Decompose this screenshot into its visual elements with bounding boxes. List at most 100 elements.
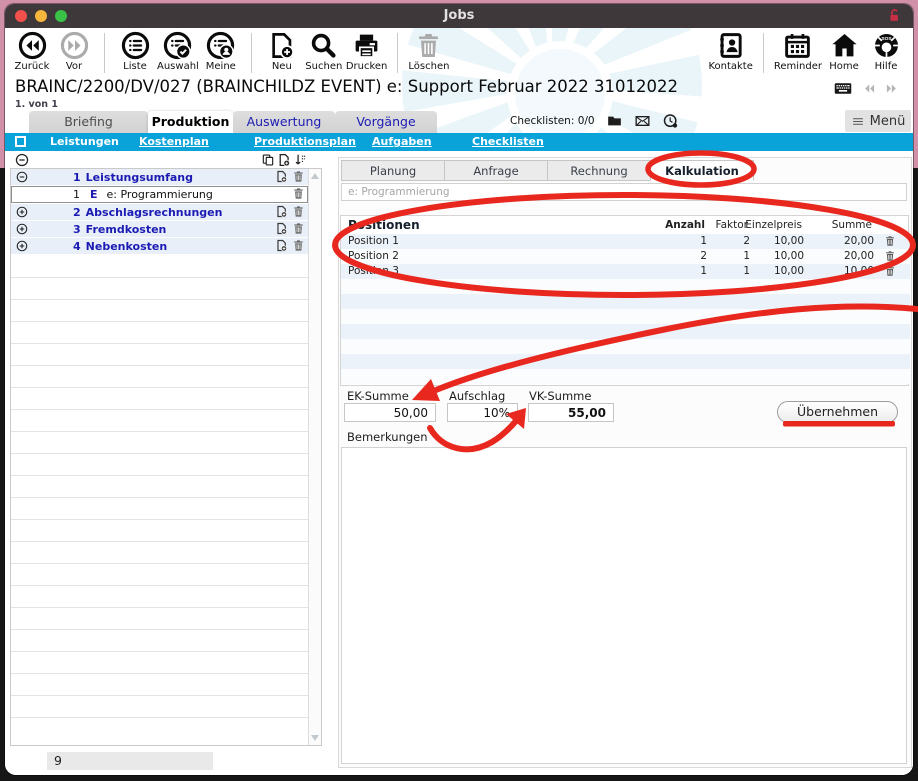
tree-empty-row [11, 520, 308, 542]
empty-table-row [341, 369, 910, 384]
tree-empty-row [11, 652, 308, 674]
doc-plus-icon[interactable] [277, 153, 291, 167]
reminder-button[interactable]: Reminder [774, 31, 822, 72]
tree-row-fremdkosten[interactable]: 3 Fremdkosten [11, 221, 308, 237]
search-button[interactable]: Suchen [304, 31, 344, 72]
selection-button[interactable]: Auswahl [157, 31, 199, 72]
back-button[interactable]: Zurück [12, 31, 52, 72]
tree-row-number: 1 [73, 171, 81, 184]
trash-icon[interactable] [292, 187, 305, 200]
position-subtitle-field[interactable]: e: Programmierung [341, 183, 907, 201]
chevron-double-left-icon[interactable] [862, 82, 877, 95]
tab-vorgaenge[interactable]: Vorgänge [335, 111, 437, 133]
doc-plus-icon[interactable] [275, 239, 288, 252]
tab-kalkulation[interactable]: Kalkulation [650, 160, 754, 181]
chevron-double-right-icon[interactable] [884, 82, 899, 95]
expand-icon[interactable] [16, 206, 28, 218]
position-summe: 20,00 [844, 250, 874, 262]
subnav-aufgaben[interactable]: Aufgaben [372, 133, 432, 151]
back-label: Zurück [15, 61, 50, 72]
doc-plus-icon[interactable] [275, 205, 288, 218]
tree-empty-row [11, 366, 308, 388]
subnav-kostenplan[interactable]: Kostenplan [139, 133, 209, 151]
tree-row-code: E [90, 188, 98, 201]
unlock-icon [887, 8, 902, 23]
copy-icon[interactable] [261, 153, 275, 167]
aufschlag-field[interactable]: 10% [447, 403, 518, 422]
subnav-leistungen[interactable]: Leistungen [50, 133, 119, 151]
my-items-button[interactable]: Meine [201, 31, 241, 72]
subnav-produktionsplan[interactable]: Produktionsplan [254, 133, 356, 151]
folder-icon[interactable] [606, 113, 623, 129]
list-icon [121, 31, 150, 60]
doc-plus-icon[interactable] [275, 170, 288, 183]
col-header-summe: Summe [832, 219, 872, 231]
trash-icon[interactable] [884, 250, 896, 262]
svg-text:SOS: SOS [881, 36, 892, 42]
app-window: Jobs Zurück Vor Liste [5, 4, 913, 775]
uebernehmen-button[interactable]: Übernehmen [777, 401, 898, 423]
scroll-down-icon[interactable] [311, 735, 319, 741]
trash-icon[interactable] [884, 265, 896, 277]
tree-empty-row [11, 410, 308, 432]
tab-produktion[interactable]: Produktion [148, 111, 233, 133]
list-button[interactable]: Liste [115, 31, 155, 72]
tab-auswertung[interactable]: Auswertung [233, 111, 335, 133]
tree-empty-row [11, 542, 308, 564]
delete-button[interactable]: Löschen [408, 31, 449, 72]
tree-row-label: Abschlagsrechnungen [86, 206, 223, 219]
help-button[interactable]: SOS Hilfe [866, 31, 906, 72]
print-label: Drucken [346, 61, 388, 72]
trash-icon[interactable] [292, 170, 305, 183]
subnav-checklisten[interactable]: Checklisten [472, 133, 544, 151]
home-button[interactable]: Home [824, 31, 864, 72]
vk-summe-field[interactable]: 55,00 [528, 403, 614, 422]
bemerkungen-textarea[interactable] [341, 447, 907, 764]
tree-scrollbar[interactable] [308, 169, 321, 745]
tab-anfrage[interactable]: Anfrage [444, 160, 548, 181]
page-number-field[interactable]: 9 [47, 752, 213, 770]
col-header-anzahl: Anzahl [665, 219, 705, 231]
scroll-up-icon[interactable] [311, 173, 319, 179]
clock-icon[interactable] [662, 113, 679, 129]
collapse-icon[interactable] [16, 171, 28, 183]
expand-icon[interactable] [16, 240, 28, 252]
contacts-button[interactable]: Kontakte [708, 31, 752, 72]
position-faktor: 1 [743, 250, 750, 262]
main-tabbar: Briefing Produktion Auswertung Vorgänge … [5, 109, 913, 133]
search-label: Suchen [305, 61, 342, 72]
trash-icon[interactable] [292, 222, 305, 235]
ek-summe-field[interactable]: 50,00 [344, 403, 436, 422]
trash-icon[interactable] [292, 239, 305, 252]
tree-empty-row [11, 476, 308, 498]
keyboard-icon[interactable] [834, 81, 852, 96]
vk-summe-label: VK-Summe [529, 389, 591, 403]
tree-row-nebenkosten[interactable]: 4 Nebenkosten [11, 238, 308, 254]
empty-table-row [341, 324, 910, 339]
collapse-all-icon[interactable] [15, 153, 29, 167]
sort-icon[interactable] [294, 153, 308, 167]
position-row[interactable]: Position 2 2 1 10,00 20,00 [341, 249, 910, 264]
trash-icon[interactable] [292, 205, 305, 218]
menu-button[interactable]: Menü [845, 110, 911, 132]
forward-button[interactable]: Vor [54, 31, 94, 72]
printer-icon [352, 31, 381, 60]
tree-row-abschlagsrechnungen[interactable]: 2 Abschlagsrechnungen [11, 204, 308, 220]
expand-icon[interactable] [16, 223, 28, 235]
tab-rechnung[interactable]: Rechnung [547, 160, 651, 181]
ek-summe-label: EK-Summe [347, 389, 409, 403]
empty-table-row [341, 354, 910, 369]
print-button[interactable]: Drucken [346, 31, 388, 72]
doc-plus-icon[interactable] [275, 222, 288, 235]
trash-icon[interactable] [884, 235, 896, 247]
tab-planung[interactable]: Planung [341, 160, 445, 181]
position-row[interactable]: Position 1 1 2 10,00 20,00 [341, 234, 910, 249]
tree-row-number: 4 [73, 240, 81, 253]
tree-row-leistungsumfang[interactable]: 1 Leistungsumfang [11, 169, 308, 185]
tab-briefing[interactable]: Briefing [29, 111, 148, 133]
select-all-checkbox[interactable] [15, 136, 26, 147]
tree-row-programmierung[interactable]: 1 E e: Programmierung [11, 186, 308, 203]
new-button[interactable]: Neu [262, 31, 302, 72]
position-row[interactable]: Position 3 1 1 10,00 10,00 [341, 264, 910, 279]
envelope-icon[interactable] [634, 113, 651, 129]
